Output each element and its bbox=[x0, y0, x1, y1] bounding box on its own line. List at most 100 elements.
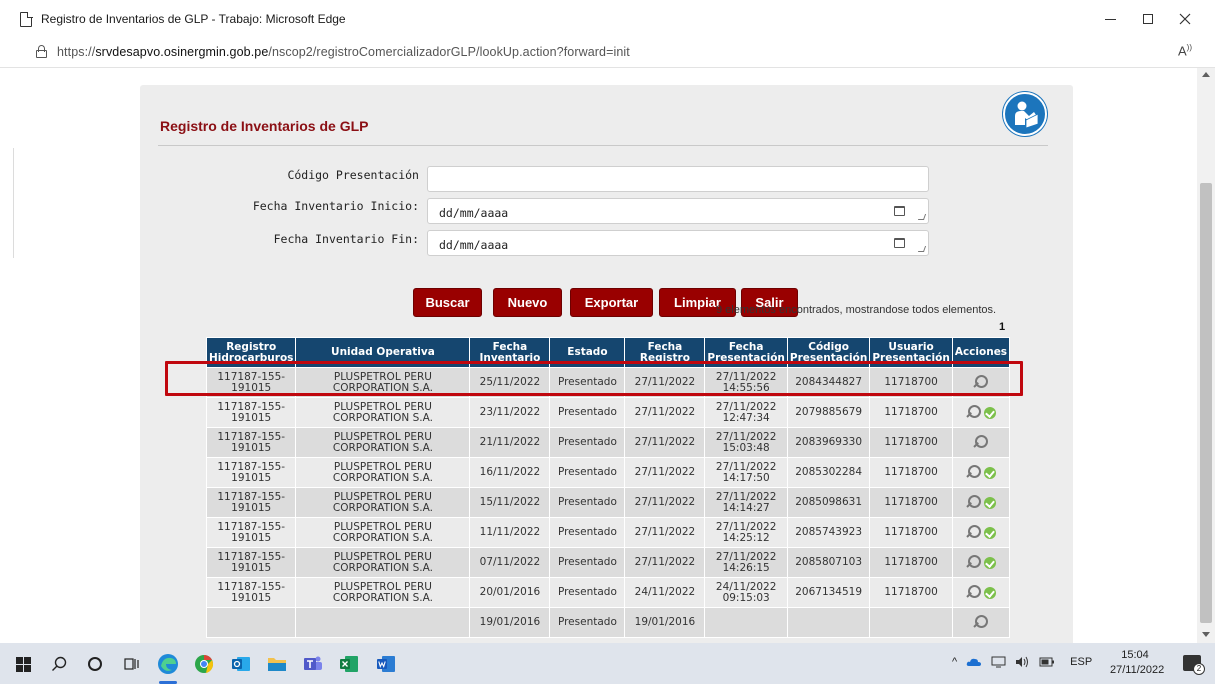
cell-acciones bbox=[952, 368, 1010, 397]
network-icon[interactable] bbox=[991, 656, 1006, 668]
nuevo-button[interactable]: Nuevo bbox=[493, 288, 562, 317]
scroll-up-icon[interactable] bbox=[1202, 72, 1210, 77]
view-magnifier-icon[interactable] bbox=[973, 615, 989, 630]
help-manual-icon[interactable] bbox=[1003, 92, 1047, 136]
cell-line: CORPORATION S.A. bbox=[332, 471, 433, 484]
exportar-button[interactable]: Exportar bbox=[570, 288, 653, 317]
col-fecha-registro[interactable]: Fecha Registro bbox=[625, 338, 705, 367]
cell-fecha-registro: 27/11/2022 bbox=[625, 488, 705, 517]
col-unidad-operativa[interactable]: Unidad Operativa bbox=[296, 338, 470, 367]
window-titlebar: Registro de Inventarios de GLP - Trabajo… bbox=[0, 0, 1215, 37]
cortana-icon bbox=[88, 657, 102, 671]
approve-check-icon[interactable] bbox=[983, 526, 996, 539]
url-text[interactable]: https://srvdesapvo.osinergmin.gob.pe/nsc… bbox=[57, 45, 630, 59]
view-magnifier-icon[interactable] bbox=[966, 555, 981, 570]
cell-registro: 117187-155- 191015 bbox=[207, 488, 296, 517]
fecha-inicio-input[interactable]: dd/mm/aaaa bbox=[427, 198, 929, 224]
cell-acciones bbox=[952, 578, 1010, 607]
buscar-button[interactable]: Buscar bbox=[413, 288, 482, 317]
fecha-fin-input[interactable]: dd/mm/aaaa bbox=[427, 230, 929, 256]
calendar-icon[interactable] bbox=[894, 238, 905, 248]
tray-chevron-icon[interactable]: ^ bbox=[952, 656, 957, 668]
file-explorer-taskbar-button[interactable] bbox=[266, 653, 288, 675]
cell-fecha-presentacion: 27/11/2022 14:14:27 bbox=[705, 488, 787, 517]
teams-taskbar-button[interactable] bbox=[302, 653, 324, 675]
excel-icon bbox=[340, 656, 358, 672]
cell-codigo: 2084344827 bbox=[787, 368, 870, 397]
cell-estado: Presentado bbox=[550, 518, 625, 547]
cell-line: 09:15:03 bbox=[722, 591, 770, 604]
notification-center-icon[interactable]: 2 bbox=[1183, 655, 1205, 675]
clock-time: 15:04 bbox=[1121, 649, 1149, 661]
cell-unidad: PLUSPETROL PERU CORPORATION S.A. bbox=[296, 518, 470, 547]
chrome-taskbar-button[interactable] bbox=[193, 653, 215, 675]
col-acciones: Acciones bbox=[952, 338, 1010, 367]
view-magnifier-icon[interactable] bbox=[973, 435, 989, 450]
cell-line: 14:25:12 bbox=[722, 531, 770, 544]
col-registro-hidrocarburos[interactable]: Registro Hidrocarburos bbox=[207, 338, 296, 367]
cell-estado: Presentado bbox=[550, 488, 625, 517]
pagination-page[interactable]: 1 bbox=[999, 321, 1005, 333]
approve-check-icon[interactable] bbox=[983, 586, 996, 599]
battery-icon[interactable] bbox=[1039, 657, 1055, 667]
read-aloud-icon[interactable]: A)) bbox=[1178, 43, 1192, 58]
cell-line: CORPORATION S.A. bbox=[332, 381, 433, 394]
cell-line: 191015 bbox=[231, 531, 272, 544]
vertical-scrollbar[interactable] bbox=[1197, 68, 1215, 643]
system-tray: ^ ESP bbox=[952, 656, 1092, 668]
start-button[interactable] bbox=[12, 653, 34, 675]
col-fecha-inventario[interactable]: Fecha Inventario bbox=[470, 338, 550, 367]
address-bar[interactable]: https://srvdesapvo.osinergmin.gob.pe/nsc… bbox=[0, 37, 1215, 68]
approve-check-icon[interactable] bbox=[983, 406, 996, 419]
volume-icon[interactable] bbox=[1015, 656, 1030, 668]
view-magnifier-icon[interactable] bbox=[966, 405, 981, 420]
minimize-button[interactable] bbox=[1095, 6, 1125, 32]
view-magnifier-icon[interactable] bbox=[966, 495, 981, 510]
cell-acciones bbox=[952, 398, 1010, 427]
maximize-button[interactable] bbox=[1133, 6, 1163, 32]
cell-line: 191015 bbox=[231, 381, 272, 394]
cell-line: 191015 bbox=[231, 561, 272, 574]
cell-codigo: 2079885679 bbox=[787, 398, 870, 427]
minimize-icon bbox=[1104, 18, 1116, 20]
cell-fecha-registro: 27/11/2022 bbox=[625, 398, 705, 427]
cell-fecha-registro: 27/11/2022 bbox=[625, 458, 705, 487]
taskbar-clock[interactable]: 15:04 27/11/2022 bbox=[1110, 648, 1164, 678]
cell-estado: Presentado bbox=[550, 398, 625, 427]
onedrive-icon[interactable] bbox=[966, 656, 982, 668]
approve-check-icon[interactable] bbox=[983, 466, 996, 479]
calendar-icon[interactable] bbox=[894, 206, 905, 216]
url-host: srvdesapvo.osinergmin.gob.pe bbox=[95, 45, 269, 59]
view-magnifier-icon[interactable] bbox=[966, 585, 981, 600]
edge-taskbar-button[interactable] bbox=[157, 653, 179, 675]
view-magnifier-icon[interactable] bbox=[966, 525, 981, 540]
approve-check-icon[interactable] bbox=[983, 496, 996, 509]
language-indicator[interactable]: ESP bbox=[1070, 656, 1092, 668]
col-fecha-presentacion[interactable]: Fecha Presentación bbox=[705, 338, 787, 367]
outlook-taskbar-button[interactable] bbox=[230, 653, 252, 675]
cell-line: CORPORATION S.A. bbox=[332, 411, 433, 424]
scroll-thumb[interactable] bbox=[1200, 183, 1212, 623]
excel-taskbar-button[interactable] bbox=[338, 653, 360, 675]
page-info-icon[interactable] bbox=[36, 45, 47, 58]
cortana-button[interactable] bbox=[84, 653, 106, 675]
word-taskbar-button[interactable] bbox=[375, 653, 397, 675]
task-view-button[interactable] bbox=[121, 653, 143, 675]
folder-icon bbox=[268, 658, 286, 671]
cell-unidad: PLUSPETROL PERU CORPORATION S.A. bbox=[296, 368, 470, 397]
page-icon bbox=[20, 11, 33, 27]
close-button[interactable] bbox=[1170, 6, 1200, 32]
scroll-down-icon[interactable] bbox=[1202, 632, 1210, 637]
view-magnifier-icon[interactable] bbox=[966, 465, 981, 480]
col-usuario-presentacion[interactable]: Usuario Presentación bbox=[870, 338, 952, 367]
view-magnifier-icon[interactable] bbox=[973, 375, 989, 390]
cell-usuario: 11718700 bbox=[870, 488, 952, 517]
approve-check-icon[interactable] bbox=[983, 556, 996, 569]
col-codigo-presentacion[interactable]: Código Presentación bbox=[787, 338, 870, 367]
codigo-input[interactable] bbox=[427, 166, 929, 192]
cell-fecha-presentacion: 27/11/2022 14:55:56 bbox=[705, 368, 787, 397]
col-estado[interactable]: Estado bbox=[550, 338, 625, 367]
cell-registro: 117187-155- 191015 bbox=[207, 578, 296, 607]
cell-acciones bbox=[952, 458, 1010, 487]
search-button[interactable] bbox=[48, 653, 70, 675]
